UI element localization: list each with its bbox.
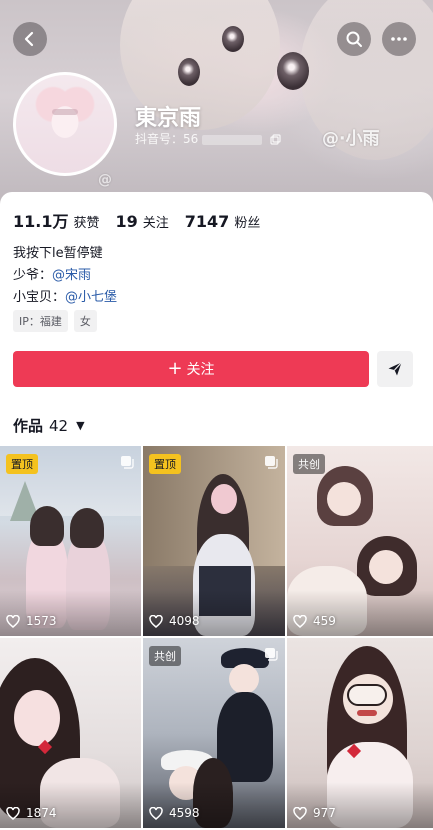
banner-watermark: @	[98, 172, 112, 188]
like-count: 1573	[6, 614, 57, 628]
pinned-badge: 置顶	[149, 454, 181, 474]
video-thumbnail[interactable]: 共创 459	[287, 446, 433, 636]
thumb-shade	[143, 590, 285, 636]
like-count-value: 977	[313, 806, 336, 820]
more-icon	[391, 37, 407, 41]
stat-value: 11.1万	[13, 212, 69, 231]
avatar-image	[16, 75, 114, 173]
multi-image-icon	[121, 456, 134, 469]
video-grid: 置顶 1573 置顶 4098 共创 459 1874 共创 4598 977	[0, 446, 433, 828]
thumb-figure	[327, 482, 361, 516]
banner-decor	[178, 58, 200, 86]
bio-line: 我按下le暂停键	[13, 246, 103, 261]
profile-tags: IP：福建 女	[13, 310, 103, 332]
heart-icon	[293, 614, 307, 628]
thumb-figure	[211, 484, 237, 514]
stats-row: 11.1万 获赞 19 关注 7147 粉丝	[13, 208, 276, 232]
pinned-badge: 置顶	[6, 454, 38, 474]
back-button[interactable]	[13, 22, 47, 56]
thumb-shade	[287, 590, 433, 636]
like-count: 1874	[6, 806, 57, 820]
gender-tag: 女	[73, 310, 97, 332]
like-count-value: 1573	[26, 614, 57, 628]
follow-label: 关注	[186, 362, 215, 378]
multi-image-icon	[265, 456, 278, 469]
copy-icon[interactable]	[270, 134, 281, 145]
banner-decor	[222, 26, 244, 52]
video-thumbnail[interactable]: 置顶 1573	[0, 446, 141, 636]
thumb-figure	[30, 506, 64, 546]
heart-icon	[6, 806, 20, 820]
search-button[interactable]	[337, 22, 371, 56]
stat-label: 粉丝	[234, 216, 261, 231]
back-arrow-icon	[24, 31, 34, 47]
profile-card: 11.1万 获赞 19 关注 7147 粉丝 我按下le暂停键 少爷：@宋雨 小…	[0, 192, 433, 830]
thumb-figure	[70, 508, 104, 548]
heart-icon	[149, 614, 163, 628]
account-id: 抖音号：56	[135, 130, 281, 147]
stat-value: 7147	[184, 212, 230, 231]
mention-link[interactable]: @宋雨	[52, 268, 91, 283]
chevron-down-icon: ▼	[76, 419, 85, 432]
mention-link[interactable]: @小七堡	[65, 290, 117, 305]
like-count: 4598	[149, 806, 200, 820]
video-thumbnail[interactable]: 1874	[0, 638, 141, 828]
follow-button[interactable]: + 关注	[13, 351, 369, 387]
bio-prefix: 少爷：	[13, 268, 53, 283]
thumb-shade	[143, 782, 285, 828]
bio-line: 少爷：@宋雨	[13, 264, 91, 283]
search-icon	[346, 31, 362, 47]
multi-image-icon	[265, 648, 278, 661]
thumb-figure	[229, 664, 259, 694]
banner-decor	[277, 52, 309, 90]
thumb-figure	[14, 690, 60, 746]
stat-following[interactable]: 19 关注	[116, 212, 169, 231]
like-count-value: 4098	[169, 614, 200, 628]
bio-prefix: 小宝贝：	[13, 290, 66, 305]
share-icon	[388, 362, 402, 376]
account-id-text: 抖音号：56	[135, 132, 199, 146]
video-thumbnail[interactable]: 置顶 4098	[143, 446, 285, 636]
heart-icon	[293, 806, 307, 820]
account-id-blur	[202, 134, 263, 145]
works-count: 42	[49, 416, 69, 435]
thumb-figure	[369, 550, 403, 584]
more-button[interactable]	[382, 22, 416, 56]
stat-followers[interactable]: 7147 粉丝	[185, 212, 261, 231]
video-thumbnail[interactable]: 共创 4598	[143, 638, 285, 828]
banner-watermark: @·小雨	[322, 129, 380, 149]
nickname: 東京雨	[135, 106, 202, 131]
stat-label: 关注	[142, 216, 169, 231]
heart-icon	[149, 806, 163, 820]
tab-works[interactable]: 作品 42 ▼	[13, 415, 85, 436]
like-count: 977	[293, 806, 336, 820]
thumb-shade	[0, 590, 141, 636]
stat-value: 19	[115, 212, 138, 231]
video-thumbnail[interactable]: 977	[287, 638, 433, 828]
like-count: 4098	[149, 614, 200, 628]
like-count-value: 1874	[26, 806, 57, 820]
thumb-shade	[287, 782, 433, 828]
collab-badge: 共创	[149, 646, 181, 666]
avatar[interactable]	[13, 72, 117, 176]
thumb-figure	[357, 710, 377, 716]
share-button[interactable]	[377, 351, 413, 387]
thumb-figure	[347, 684, 387, 706]
like-count: 459	[293, 614, 336, 628]
collab-badge: 共创	[293, 454, 325, 474]
stat-likes[interactable]: 11.1万 获赞	[13, 208, 100, 232]
heart-icon	[6, 614, 20, 628]
stat-label: 获赞	[73, 216, 100, 231]
like-count-value: 4598	[169, 806, 200, 820]
plus-icon: +	[167, 358, 183, 379]
ip-location-tag: IP：福建	[13, 310, 68, 332]
like-count-value: 459	[313, 614, 336, 628]
bio-line: 小宝贝：@小七堡	[13, 286, 117, 305]
works-label: 作品	[13, 417, 44, 435]
thumb-shade	[0, 782, 141, 828]
